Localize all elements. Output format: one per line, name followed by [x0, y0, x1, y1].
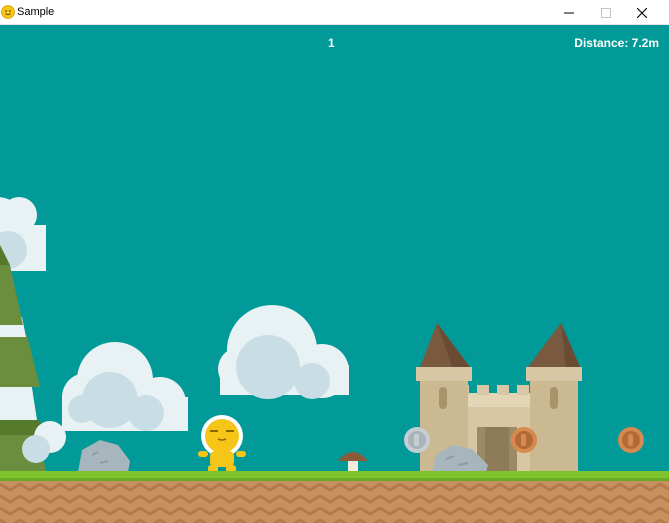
- maximize-icon: [601, 7, 611, 18]
- distance-readout: Distance: 7.2m: [574, 36, 659, 50]
- pine-tree: [0, 245, 66, 473]
- game-canvas[interactable]: 1 Distance: 7.2m: [0, 25, 669, 523]
- close-icon: [637, 7, 647, 18]
- cloud: [62, 342, 188, 431]
- smiley-face-icon: [1, 5, 15, 19]
- bronze-coin-icon: [511, 427, 537, 453]
- game-window: Sample 1 Distance: 7.2m: [0, 0, 669, 523]
- score-counter: 1: [328, 36, 335, 50]
- close-button[interactable]: [624, 0, 660, 25]
- bronze-coin-icon: [618, 427, 644, 453]
- minimize-icon: [564, 12, 574, 13]
- mushroom: [338, 452, 368, 473]
- player-character: [198, 415, 246, 473]
- silver-coin-icon: [404, 427, 430, 453]
- window-title: Sample: [17, 6, 55, 18]
- cloud: [218, 305, 349, 399]
- castle: [416, 323, 582, 473]
- ground: [0, 471, 669, 523]
- scene-layer: [0, 197, 669, 523]
- minimize-button[interactable]: [551, 0, 587, 25]
- maximize-button[interactable]: [588, 0, 624, 25]
- title-bar[interactable]: Sample: [0, 0, 669, 25]
- rock: [78, 440, 130, 472]
